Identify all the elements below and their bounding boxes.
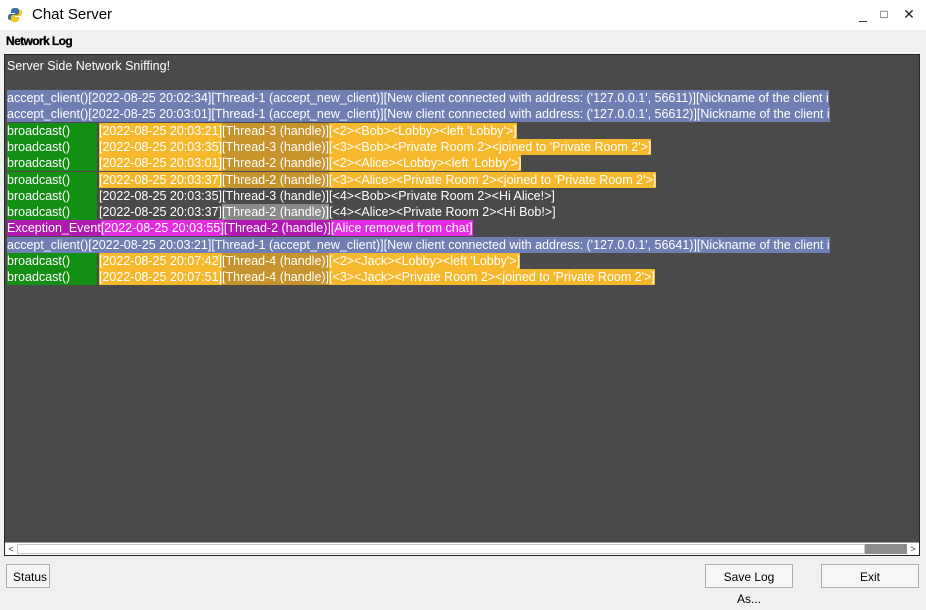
- log-timestamp: [2022-08-25 20:03:55]: [100, 220, 224, 237]
- network-log-label: Network Log: [6, 34, 73, 48]
- maximize-button[interactable]: □: [873, 3, 895, 25]
- log-function: broadcast(): [7, 171, 97, 188]
- log-thread: [Thread-3 (handle)]: [222, 187, 330, 204]
- log-message: [New client connected with address: ('12…: [383, 106, 830, 123]
- log-thread: [Thread-1 (accept_new_client)]: [211, 106, 384, 123]
- log-message: [<2><Bob><Lobby><left 'Lobby'>]: [329, 122, 517, 139]
- log-message: [<2><Alice><Lobby><left 'Lobby'>]: [329, 155, 522, 172]
- log-function: broadcast(): [7, 253, 97, 269]
- log-thread: [Thread-1 (accept_new_client)]: [211, 236, 384, 253]
- scroll-left-arrow-icon[interactable]: <: [6, 544, 16, 554]
- log-line: broadcast() [2022-08-25 20:07:51][Thread-…: [7, 269, 919, 286]
- log-message: [<4><Bob><Private Room 2><Hi Alice!>]: [329, 187, 555, 204]
- log-thread: [Thread-2 (handle)]: [222, 155, 330, 172]
- exit-button[interactable]: Exit: [821, 564, 919, 588]
- log-function: Exception_Event: [7, 220, 101, 237]
- scroll-right-arrow-icon[interactable]: >: [908, 544, 918, 554]
- log-message: [New client connected with address: ('12…: [383, 90, 829, 106]
- log-header: Server Side Network Sniffing!: [7, 59, 171, 73]
- minimize-button[interactable]: _: [852, 3, 874, 25]
- log-line: accept_client()[2022-08-25 20:03:21][Thr…: [7, 236, 919, 253]
- log-function: broadcast(): [7, 269, 97, 286]
- close-button[interactable]: ✕: [898, 3, 920, 25]
- log-function: broadcast(): [7, 204, 97, 221]
- log-function: broadcast(): [7, 187, 97, 204]
- scrollbar-track[interactable]: [865, 544, 907, 554]
- log-timestamp: [2022-08-25 20:02:34]: [88, 90, 212, 106]
- log-message: [<4><Alice><Private Room 2><Hi Bob!>]: [329, 204, 556, 221]
- log-line: broadcast() [2022-08-25 20:03:35][Thread-…: [7, 187, 919, 204]
- save-log-button[interactable]: Save Log As...: [705, 564, 793, 606]
- window-title: Chat Server: [32, 6, 113, 23]
- log-timestamp: [2022-08-25 20:03:37]: [99, 204, 223, 221]
- title-bar: Chat Server _ □ ✕: [0, 0, 926, 30]
- horizontal-scrollbar[interactable]: < >: [5, 542, 919, 555]
- log-thread: [Thread-1 (accept_new_client)]: [211, 90, 384, 106]
- log-line: broadcast() [2022-08-25 20:03:37][Thread-…: [7, 171, 919, 188]
- log-thread: [Thread-4 (handle)]: [222, 269, 330, 286]
- log-function: accept_client(): [7, 90, 89, 106]
- log-message: [<3><Jack><Private Room 2><joined to 'Pr…: [329, 269, 655, 286]
- log-line: accept_client()[2022-08-25 20:03:01][Thr…: [7, 106, 919, 123]
- python-icon: [8, 8, 22, 22]
- log-timestamp: [2022-08-25 20:03:35]: [99, 138, 223, 155]
- log-function: broadcast(): [7, 155, 97, 172]
- log-timestamp: [2022-08-25 20:03:37]: [99, 171, 223, 188]
- log-thread: [Thread-2 (handle)]: [223, 220, 331, 237]
- log-function: accept_client(): [7, 106, 89, 123]
- network-log-panel[interactable]: Server Side Network Sniffing! accept_cli…: [4, 54, 920, 556]
- log-message: [<3><Bob><Private Room 2><joined to 'Pri…: [329, 138, 652, 155]
- log-timestamp: [2022-08-25 20:03:01]: [99, 155, 223, 172]
- log-thread: [Thread-3 (handle)]: [222, 138, 330, 155]
- log-function: accept_client(): [7, 236, 89, 253]
- log-timestamp: [2022-08-25 20:07:51]: [99, 269, 223, 286]
- log-line: broadcast() [2022-08-25 20:03:35][Thread-…: [7, 138, 919, 155]
- log-message: [<3><Alice><Private Room 2><joined to 'P…: [329, 171, 657, 188]
- log-thread: [Thread-3 (handle)]: [222, 122, 330, 139]
- log-timestamp: [2022-08-25 20:03:21]: [88, 236, 212, 253]
- log-line: broadcast() [2022-08-25 20:03:21][Thread-…: [7, 122, 919, 139]
- log-timestamp: [2022-08-25 20:07:42]: [99, 253, 223, 269]
- log-timestamp: [2022-08-25 20:03:21]: [99, 122, 223, 139]
- log-message: [Alice removed from chat]: [330, 220, 473, 237]
- log-function: broadcast(): [7, 122, 97, 139]
- log-timestamp: [2022-08-25 20:03:01]: [88, 106, 212, 123]
- log-line: broadcast() [2022-08-25 20:03:37][Thread-…: [7, 204, 919, 221]
- log-timestamp: [2022-08-25 20:03:35]: [99, 187, 223, 204]
- log-thread: [Thread-2 (handle)]: [222, 204, 330, 221]
- log-content: Server Side Network Sniffing! accept_cli…: [7, 57, 919, 543]
- status-button[interactable]: Status: [6, 564, 50, 588]
- log-function: broadcast(): [7, 138, 97, 155]
- log-message: [<2><Jack><Lobby><left 'Lobby'>]: [329, 253, 521, 269]
- log-line: Exception_Event [2022-08-25 20:03:55][Th…: [7, 220, 919, 237]
- menu-bar: Network Log: [0, 30, 926, 52]
- log-line: accept_client()[2022-08-25 20:02:34][Thr…: [7, 90, 919, 106]
- log-thread: [Thread-4 (handle)]: [222, 253, 330, 269]
- log-line: broadcast() [2022-08-25 20:03:01][Thread-…: [7, 155, 919, 172]
- log-message: [New client connected with address: ('12…: [383, 236, 830, 253]
- scrollbar-thumb[interactable]: [17, 544, 865, 554]
- log-thread: [Thread-2 (handle)]: [222, 171, 330, 188]
- log-line: broadcast() [2022-08-25 20:07:42][Thread-…: [7, 253, 919, 269]
